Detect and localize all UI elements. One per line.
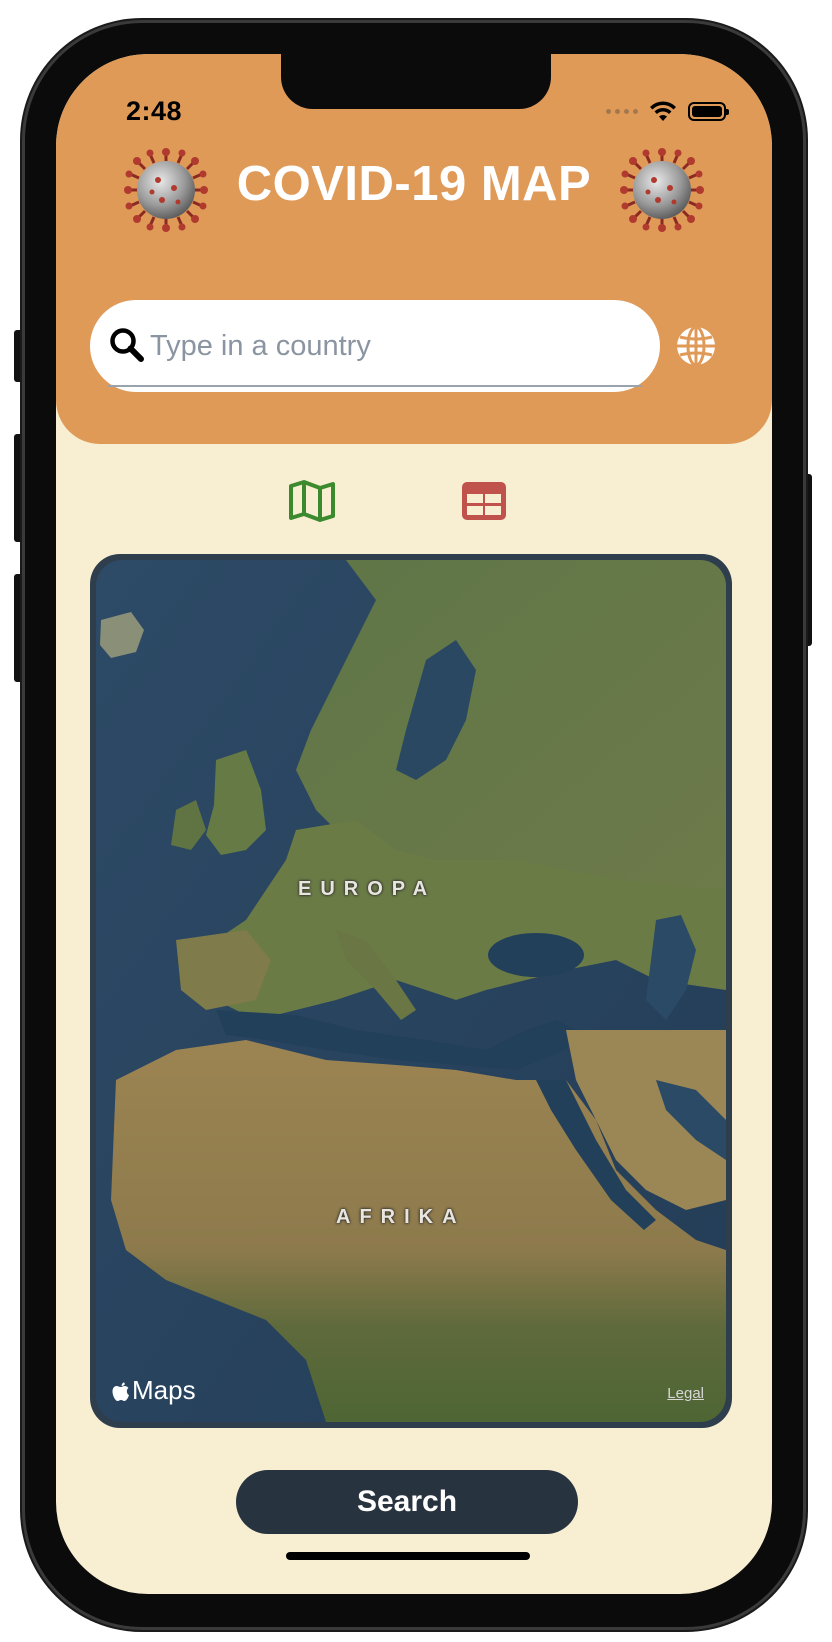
header: 2:48 COVID-19 MAP Type in a country [56, 54, 772, 444]
maps-brand-label: Maps [132, 1375, 196, 1405]
signal-icon [606, 108, 638, 114]
search-field[interactable] [90, 300, 660, 392]
home-indicator [286, 1552, 530, 1560]
map-icon[interactable] [288, 480, 336, 522]
search-button[interactable]: Search [236, 1470, 578, 1534]
map-canvas[interactable]: EUROPA AFRIKA Maps Legal [96, 560, 726, 1422]
status-time: 2:48 [126, 96, 183, 126]
legal-link[interactable]: Legal [667, 1385, 704, 1402]
map-view[interactable]: EUROPA AFRIKA Maps Legal [90, 554, 732, 1428]
search-icon [110, 328, 144, 362]
wifi-icon [650, 101, 676, 121]
table-icon[interactable] [460, 480, 508, 522]
search-underline [108, 385, 642, 387]
globe-icon[interactable] [674, 324, 718, 368]
virus-icon-right [620, 148, 704, 232]
map-label-africa: AFRIKA [336, 1206, 466, 1228]
battery-icon [688, 101, 729, 121]
map-label-europe: EUROPA [298, 878, 437, 900]
phone-frame: 2:48 COVID-19 MAP Type in a country EURO… [22, 20, 806, 1630]
maps-attribution: Maps [112, 1375, 196, 1406]
apple-logo-icon [112, 1381, 129, 1401]
status-icons [606, 98, 729, 124]
app-screen: 2:48 COVID-19 MAP Type in a country EURO… [56, 54, 772, 1594]
notch [281, 54, 551, 109]
search-input[interactable] [148, 322, 642, 370]
satellite-map-image [96, 560, 726, 1422]
